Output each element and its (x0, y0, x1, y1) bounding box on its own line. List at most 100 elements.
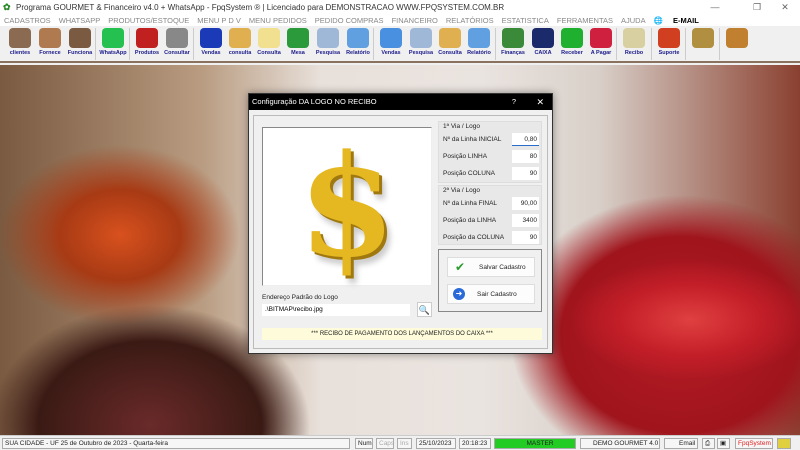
toolbar-button-extra-23[interactable] (722, 27, 752, 61)
menu-ferramentas[interactable]: FERRAMENTAS (557, 16, 613, 25)
field-posicao-da-coluna: Posição da COLUNA 90 (443, 231, 539, 244)
whatsapp-icon (102, 28, 124, 48)
menu-pedido-compras[interactable]: PEDIDO COMPRAS (315, 16, 384, 25)
exit-label: Sair Cadastro (477, 290, 517, 298)
status-date: 25/10/2023 (416, 438, 456, 449)
menu-whatsapp[interactable]: WHATSAPP (59, 16, 101, 25)
address-label: Endereço Padrão do Logo (262, 294, 338, 301)
posicao-da-linha-input[interactable]: 3400 (512, 214, 539, 227)
recibo-icon (623, 28, 645, 48)
status-email[interactable]: Email (664, 438, 698, 449)
toolbar-button-relat-rio[interactable]: Relatório (464, 27, 494, 61)
toolbar-separator (373, 28, 374, 60)
close-button[interactable]: ✕ (770, 0, 800, 14)
computer-icon[interactable]: ▣ (717, 438, 730, 449)
posicao-linha-input[interactable]: 80 (512, 150, 539, 163)
field-label: Nº da Linha INICIAL (443, 136, 502, 143)
toolbar-button-extra-22[interactable] (688, 27, 718, 61)
toolbar-separator (129, 28, 130, 60)
menu-cadastros[interactable]: CADASTROS (4, 16, 51, 25)
toolbar-button-relat-rio[interactable]: Relatório (343, 27, 373, 61)
toolbar-button-consulta[interactable]: Consulta (435, 27, 465, 61)
toolbar-button-a-pagar[interactable]: A Pagar (586, 27, 616, 61)
suporte-icon (658, 28, 680, 48)
toolbar-button-consultar[interactable]: Consultar (162, 27, 192, 61)
toolbar-separator (95, 28, 96, 60)
menu-financeiro[interactable]: FINANCEIRO (392, 16, 438, 25)
toolbar-button-produtos[interactable]: Produtos (132, 27, 162, 61)
dialog-close-button[interactable]: ✕ (536, 94, 544, 110)
extra-icon (726, 28, 748, 48)
status-ins: Ins (397, 438, 412, 449)
maximize-button[interactable]: ❐ (742, 0, 772, 14)
toolbar-button-suporte[interactable]: Suporte (654, 27, 684, 61)
linha-inicial-input[interactable]: 0,80 (512, 133, 539, 146)
toolbar-button-mesa[interactable]: Mesa (283, 27, 313, 61)
toolbar-button-vendas[interactable]: Vendas (196, 27, 226, 61)
finan-as-icon (502, 28, 524, 48)
field-label: Posição COLUNA (443, 170, 496, 177)
toolbar-button-recibo[interactable]: Recibo (619, 27, 649, 61)
address-input[interactable]: .\BITMAP\recibo.jpg (262, 304, 410, 316)
email-icon: 🌐 (653, 15, 663, 25)
status-brand: FpqSystem (735, 438, 773, 449)
dollar-logo-image: $ (298, 124, 396, 289)
consulta-icon (258, 28, 280, 48)
title-bar: ✿ Programa GOURMET & Financeiro v4.0 + W… (0, 0, 800, 14)
minimize-button[interactable]: — (700, 0, 730, 14)
app-logo-icon: ✿ (3, 2, 11, 12)
logo-config-dialog: Configuração DA LOGO NO RECIBO ? ✕ $ 1ª … (248, 93, 553, 354)
field-label: Posição da COLUNA (443, 234, 505, 241)
menu-ajuda[interactable]: AJUDA (621, 16, 646, 25)
status-bar: SUA CIDADE - UF 25 de Outubro de 2023 - … (0, 435, 800, 450)
save-label: Salvar Cadastro (479, 263, 526, 271)
menu-pedidos[interactable]: MENU PEDIDOS (249, 16, 307, 25)
toolbar-button-vendas[interactable]: Vendas (376, 27, 406, 61)
toolbar-button-consulta[interactable]: consulta (225, 27, 255, 61)
via2-group: 2ª Via / Logo Nº da Linha FINAL 90,00 Pos… (438, 185, 542, 245)
printer-icon[interactable]: ⎙ (702, 438, 715, 449)
via1-group: 1ª Via / Logo Nº da Linha INICIAL 0,80 Po… (438, 121, 542, 183)
toolbar-button-receber[interactable]: Receber (557, 27, 587, 61)
menu-produtos-estoque[interactable]: PRODUTOS/ESTOQUE (108, 16, 189, 25)
toolbar-button-whatsapp[interactable]: WhatsApp (98, 27, 128, 61)
toolbar-button-pesquisa[interactable]: Pesquisa (406, 27, 436, 61)
dialog-body: $ 1ª Via / Logo Nº da Linha INICIAL 0,80 … (253, 115, 548, 349)
menu-pdv[interactable]: MENU P D V (197, 16, 241, 25)
field-posicao-linha: Posição LINHA 80 (443, 150, 539, 163)
action-buttons-box: ✔ Salvar Cadastro ➜ Sair Cadastro (438, 249, 542, 312)
toolbar-button-caixa[interactable]: CAIXA (528, 27, 558, 61)
status-caps: Caps (376, 438, 394, 449)
toolbar-button-funciona[interactable]: Funciona (65, 27, 95, 61)
funciona-icon (69, 28, 91, 48)
help-button[interactable]: ? (512, 94, 516, 110)
consultar-icon (166, 28, 188, 48)
via1-title: 1ª Via / Logo (443, 123, 480, 130)
a-pagar-icon (590, 28, 612, 48)
menu-bar: CADASTROS WHATSAPP PRODUTOS/ESTOQUE MENU… (0, 14, 800, 26)
menu-estatistica[interactable]: ESTATISTICA (502, 16, 549, 25)
posicao-da-coluna-input[interactable]: 90 (512, 231, 539, 244)
toolbar-label: Relatório (467, 50, 491, 56)
toolbar-label: WhatsApp (99, 50, 127, 56)
vendas-icon (200, 28, 222, 48)
toolbar-label: CAIXA (534, 50, 552, 56)
toolbar-separator (719, 28, 720, 60)
linha-final-input[interactable]: 90,00 (512, 197, 539, 210)
status-time: 20:18:23 (459, 438, 491, 449)
window-title: Programa GOURMET & Financeiro v4.0 + Wha… (16, 2, 505, 12)
toolbar-button-pesquisa[interactable]: Pesquisa (313, 27, 343, 61)
save-button[interactable]: ✔ Salvar Cadastro (447, 257, 535, 277)
toolbar-button-finan-as[interactable]: Finanças (498, 27, 528, 61)
toolbar-button-clientes[interactable]: clientes (5, 27, 35, 61)
toolbar-button-fornece[interactable]: Fornece (35, 27, 65, 61)
posicao-coluna-input[interactable]: 90 (512, 167, 539, 180)
browse-button[interactable]: 🔍 (417, 302, 432, 317)
produtos-icon (136, 28, 158, 48)
menu-email[interactable]: 🌐 E-MAIL (654, 16, 699, 25)
toolbar-button-consulta[interactable]: Consulta (254, 27, 284, 61)
menu-relatorios[interactable]: RELATÓRIOS (446, 16, 494, 25)
exit-button[interactable]: ➜ Sair Cadastro (447, 284, 535, 304)
mesa-icon (287, 28, 309, 48)
toolbar-label: Funciona (67, 50, 93, 56)
